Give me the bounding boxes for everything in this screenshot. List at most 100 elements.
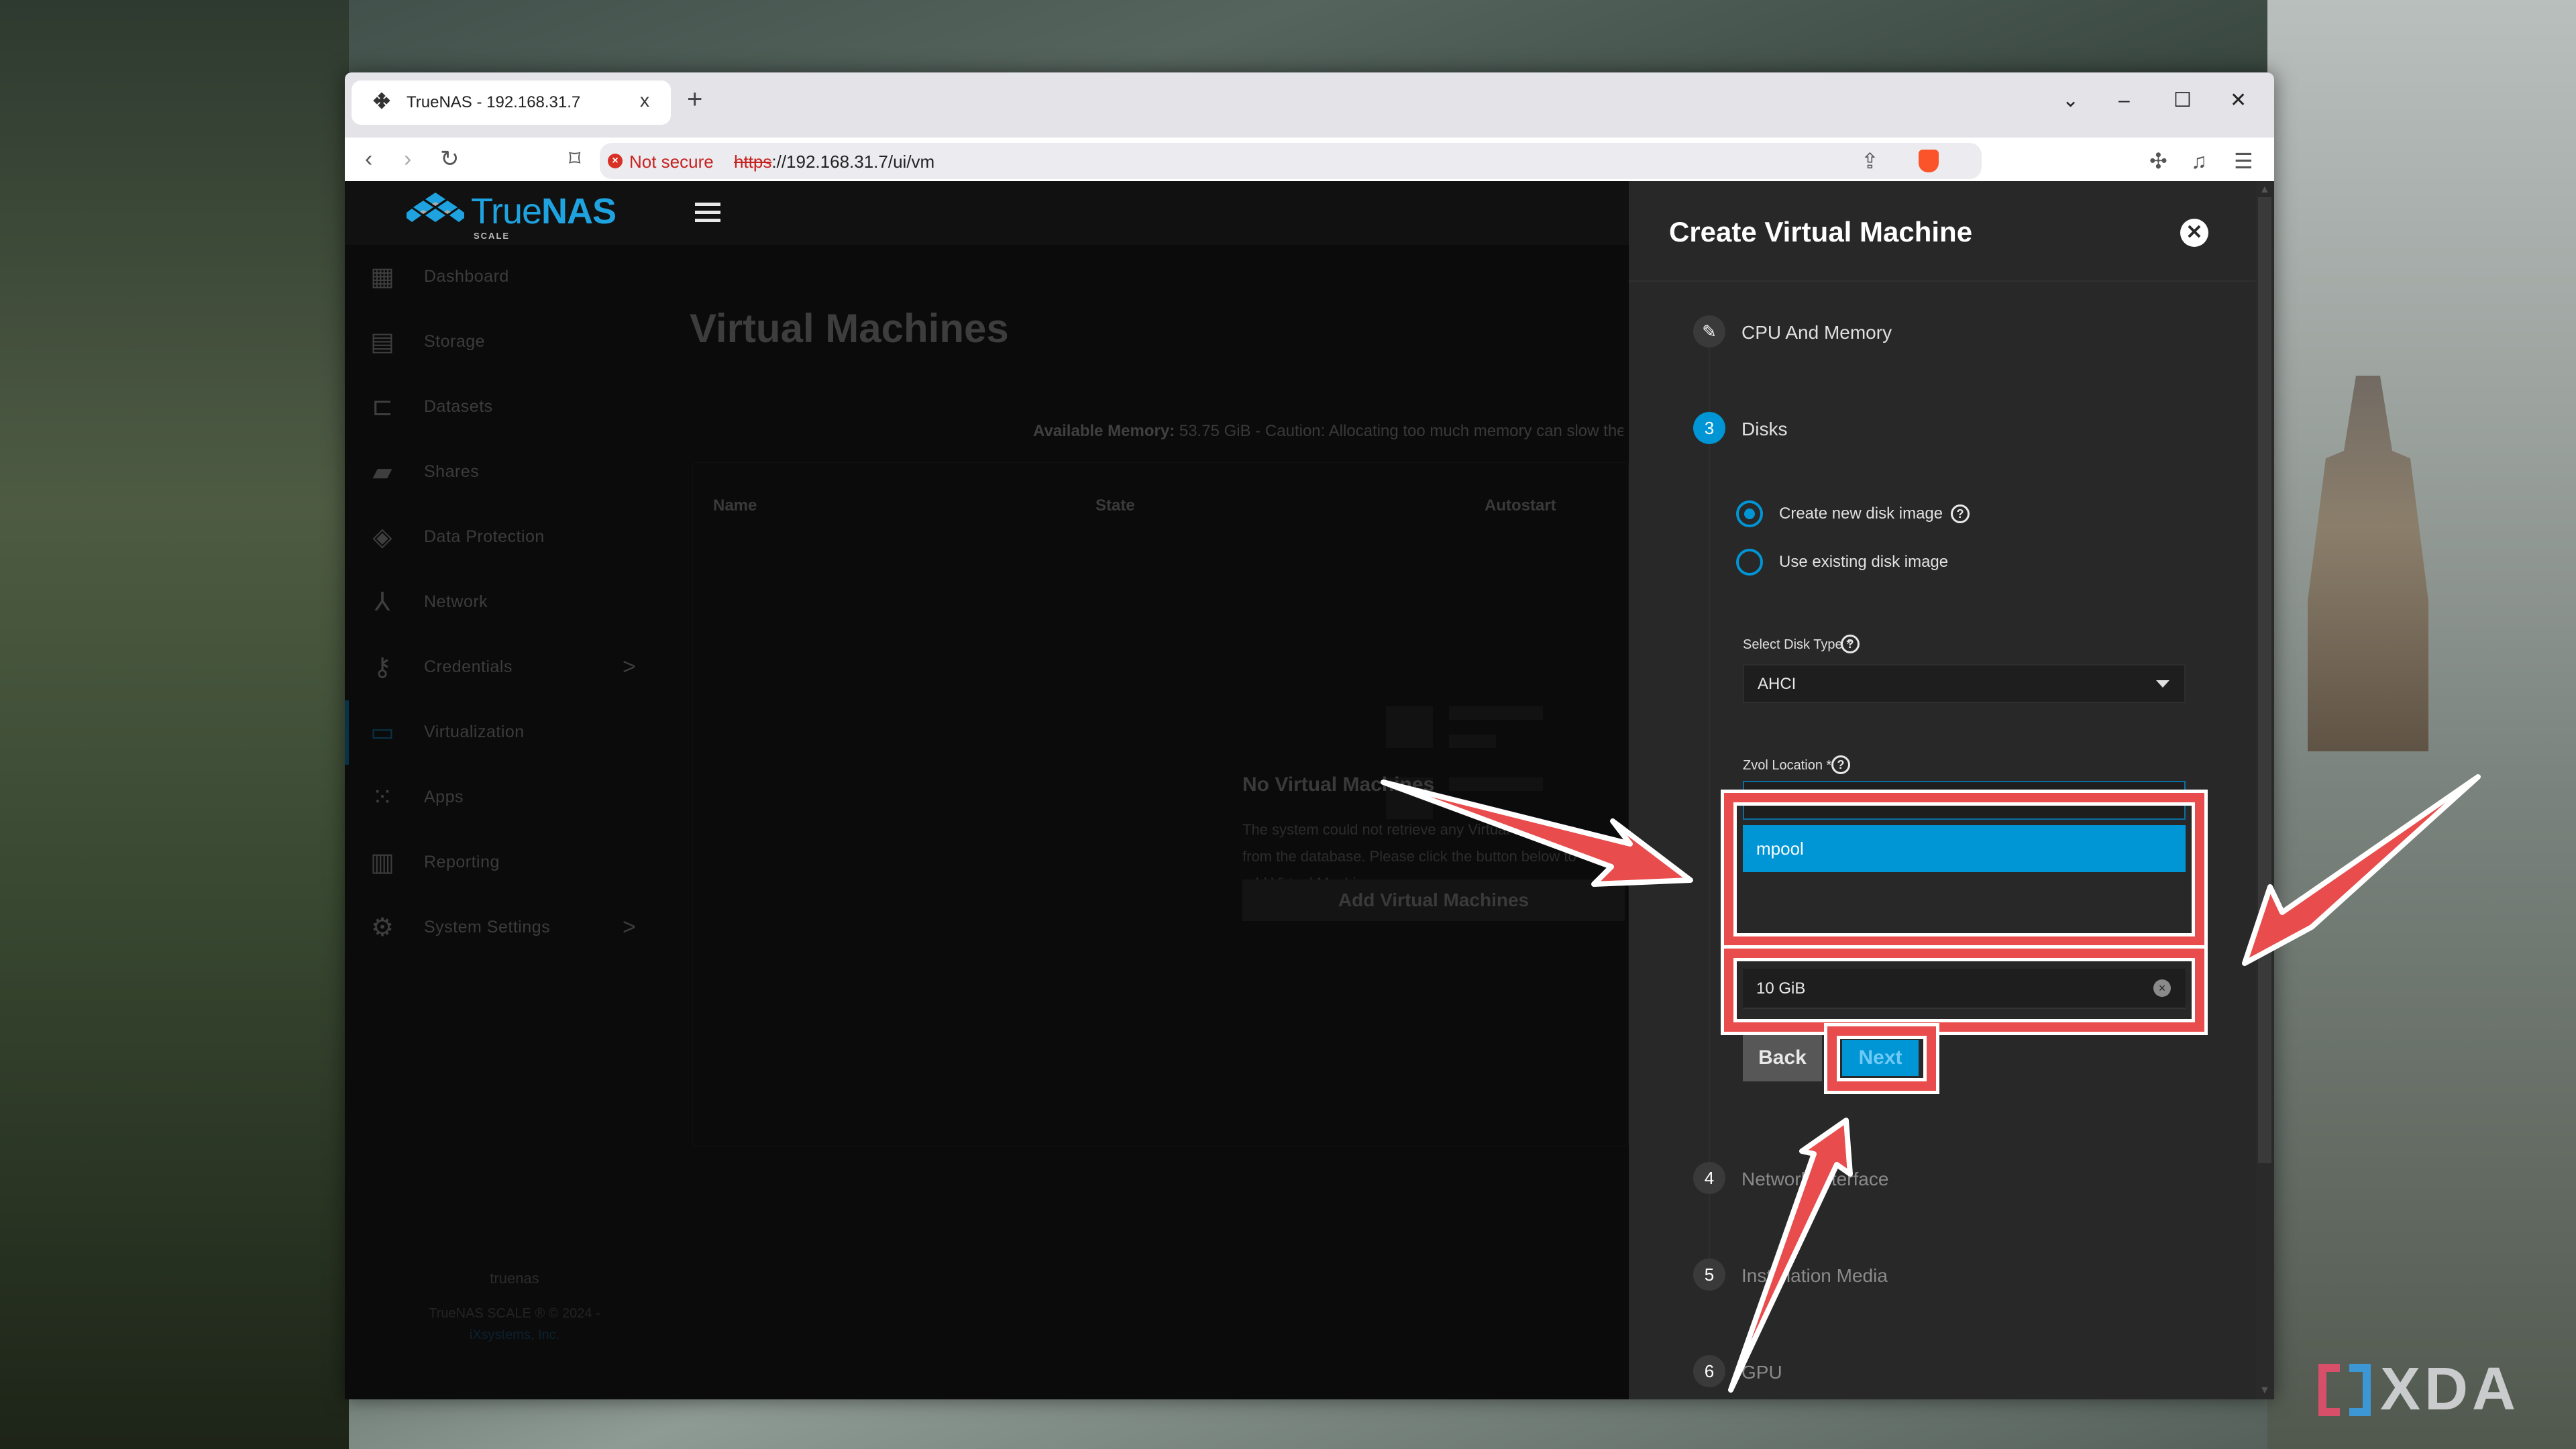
disk-type-label: Select Disk Type * — [1743, 637, 1851, 652]
sidebar-item-label: Apps — [424, 788, 464, 806]
help-icon[interactable]: ? — [1951, 504, 1970, 523]
reporting-chart-icon: ▥ — [370, 849, 394, 877]
available-memory-note: Available Memory: 53.75 GiB - Caution: A… — [1033, 422, 1623, 441]
scroll-up-icon[interactable]: ▲ — [2259, 184, 2270, 196]
highlight-disk-size — [1721, 945, 2208, 1035]
logo-subtitle: SCALE — [474, 231, 511, 241]
help-icon[interactable]: ? — [1831, 755, 1850, 774]
company-link[interactable]: iXsystems, Inc. — [345, 1328, 684, 1343]
memory-label: Available Memory: — [1033, 422, 1175, 440]
truenas-app: TrueNAS SCALE iX systems ☻ ❖ 📋 🔔 admin ◉… — [345, 181, 2274, 1399]
radio-label: Create new disk image — [1779, 504, 1943, 523]
caret-down-icon — [2156, 680, 2169, 688]
sidebar-item-dashboard[interactable]: ▦ Dashboard — [345, 245, 684, 309]
disk-type-value: AHCI — [1758, 675, 1796, 693]
sidebar-item-data-protection[interactable]: ◈ Data Protection — [345, 505, 684, 570]
sidebar-item-storage[interactable]: ▤ Storage — [345, 310, 684, 374]
network-icon: ⅄ — [374, 588, 390, 616]
sidebar-item-datasets[interactable]: ⊏ Datasets — [345, 375, 684, 439]
key-icon: ⚷ — [373, 653, 392, 682]
shares-folder-icon: ▰ — [372, 458, 392, 486]
sidebar-item-label: Credentials — [424, 657, 513, 676]
step-label: Disks — [1741, 419, 1788, 439]
sidebar-item-credentials[interactable]: ⚷ Credentials > — [345, 635, 684, 700]
logo-text: TrueNAS — [471, 191, 616, 232]
step-number: 6 — [1693, 1355, 1725, 1387]
dialog-scrollbar[interactable]: ▲ ▼ — [2255, 181, 2274, 1399]
add-virtual-machines-button[interactable]: Add Virtual Machines — [1242, 879, 1625, 921]
create-vm-dialog: Create Virtual Machine ✕ ✎ CPU And Memor… — [1629, 181, 2255, 1399]
sidebar-item-label: Datasets — [424, 397, 493, 416]
sidebar-item-label: Network — [424, 592, 488, 611]
browser-menu-icon[interactable]: ☰ — [2234, 150, 2253, 172]
address-bar: ‹ › ↻ ⌑ × Not secure https://192.168.31.… — [345, 138, 2274, 181]
empty-state-title: No Virtual Machines — [1242, 773, 1435, 796]
sidebar-item-system-settings[interactable]: ⚙ System Settings > — [345, 896, 684, 960]
maximize-button[interactable]: ☐ — [2174, 87, 2192, 114]
close-dialog-icon[interactable]: ✕ — [2180, 219, 2208, 247]
logo-text-bold: NAS — [541, 191, 616, 231]
security-status[interactable]: Not secure — [629, 152, 714, 172]
truenas-favicon-icon — [373, 93, 390, 109]
step-label: GPU — [1741, 1362, 1782, 1383]
sidebar-item-label: Storage — [424, 332, 486, 351]
forward-icon[interactable]: › — [404, 146, 411, 172]
step-label: Network Interface — [1741, 1169, 1889, 1189]
column-header-autostart[interactable]: Autostart — [1485, 496, 1556, 515]
tab-close-icon[interactable]: x — [640, 90, 649, 111]
sidebar-item-reporting[interactable]: ▥ Reporting — [345, 830, 684, 895]
help-icon[interactable]: ? — [1841, 635, 1860, 653]
xda-bracket-left — [2318, 1363, 2340, 1416]
highlight-next-button — [1824, 1023, 1939, 1094]
sidebar-toggle-icon[interactable] — [695, 203, 720, 223]
empty-desc-line: from the database. Please click the butt… — [1242, 848, 1576, 865]
xda-bracket-right — [2349, 1363, 2371, 1416]
sidebar-item-label: Dashboard — [424, 267, 509, 286]
column-header-state[interactable]: State — [1095, 496, 1135, 515]
gear-icon: ⚙ — [370, 914, 394, 942]
share-icon[interactable]: ⇪ — [1861, 148, 1879, 174]
truenas-logo[interactable]: TrueNAS SCALE — [407, 191, 616, 241]
empty-illustration — [1449, 777, 1543, 791]
tab-truenas[interactable]: TrueNAS - 192.168.31.7 x — [352, 80, 671, 125]
url-text[interactable]: https://192.168.31.7/ui/vm — [734, 152, 934, 172]
dialog-title: Create Virtual Machine — [1669, 216, 1973, 248]
step-number: 4 — [1693, 1162, 1725, 1194]
radio-unchecked — [1736, 549, 1763, 576]
back-icon[interactable]: ‹ — [365, 146, 372, 172]
sidebar-item-shares[interactable]: ▰ Shares — [345, 440, 684, 504]
vm-table: Name State Autostart — [692, 462, 1629, 1146]
disk-type-select[interactable]: AHCI — [1743, 664, 2186, 703]
stepper-line — [1709, 322, 1710, 1261]
sidebar-item-virtualization[interactable]: ▭ Virtualization — [345, 700, 684, 765]
sidebar-item-apps[interactable]: ⁙ Apps — [345, 765, 684, 830]
extensions-icon[interactable]: ✣ — [2149, 150, 2167, 172]
datasets-icon: ⊏ — [372, 393, 393, 421]
brave-shields-icon[interactable] — [1919, 150, 1939, 172]
close-window-button[interactable]: ✕ — [2230, 87, 2247, 114]
sidebar-item-label: Virtualization — [424, 722, 525, 741]
scroll-down-icon[interactable]: ▼ — [2259, 1385, 2270, 1397]
tab-bar: TrueNAS - 192.168.31.7 x + ⌄ – ☐ ✕ — [345, 72, 2274, 138]
column-header-name[interactable]: Name — [713, 496, 757, 515]
back-button[interactable]: Back — [1743, 1034, 1822, 1081]
step-label: CPU And Memory — [1741, 322, 1892, 343]
not-secure-icon: × — [608, 154, 623, 168]
media-icon[interactable]: ♫ — [2191, 150, 2207, 172]
hostname: truenas — [490, 1270, 539, 1287]
zvol-location-label: Zvol Location * — [1743, 758, 1832, 773]
desktop-wallpaper-left — [0, 0, 349, 1449]
sidebar-item-label: Data Protection — [424, 527, 545, 546]
storage-icon: ▤ — [370, 328, 394, 356]
highlight-zvol-location — [1721, 790, 2208, 949]
scroll-thumb[interactable] — [2258, 197, 2271, 1163]
sidebar-item-label: System Settings — [424, 918, 551, 936]
bookmark-icon[interactable]: ⌑ — [569, 146, 580, 172]
reload-icon[interactable]: ↻ — [440, 146, 460, 172]
minimize-button[interactable]: – — [2118, 87, 2130, 114]
sidebar-item-network[interactable]: ⅄ Network — [345, 570, 684, 635]
url-field[interactable]: × Not secure https://192.168.31.7/ui/vm … — [600, 143, 1982, 179]
new-tab-button[interactable]: + — [687, 86, 702, 113]
tab-title: TrueNAS - 192.168.31.7 — [407, 93, 581, 111]
tab-search-dropdown-icon[interactable]: ⌄ — [2062, 87, 2079, 114]
